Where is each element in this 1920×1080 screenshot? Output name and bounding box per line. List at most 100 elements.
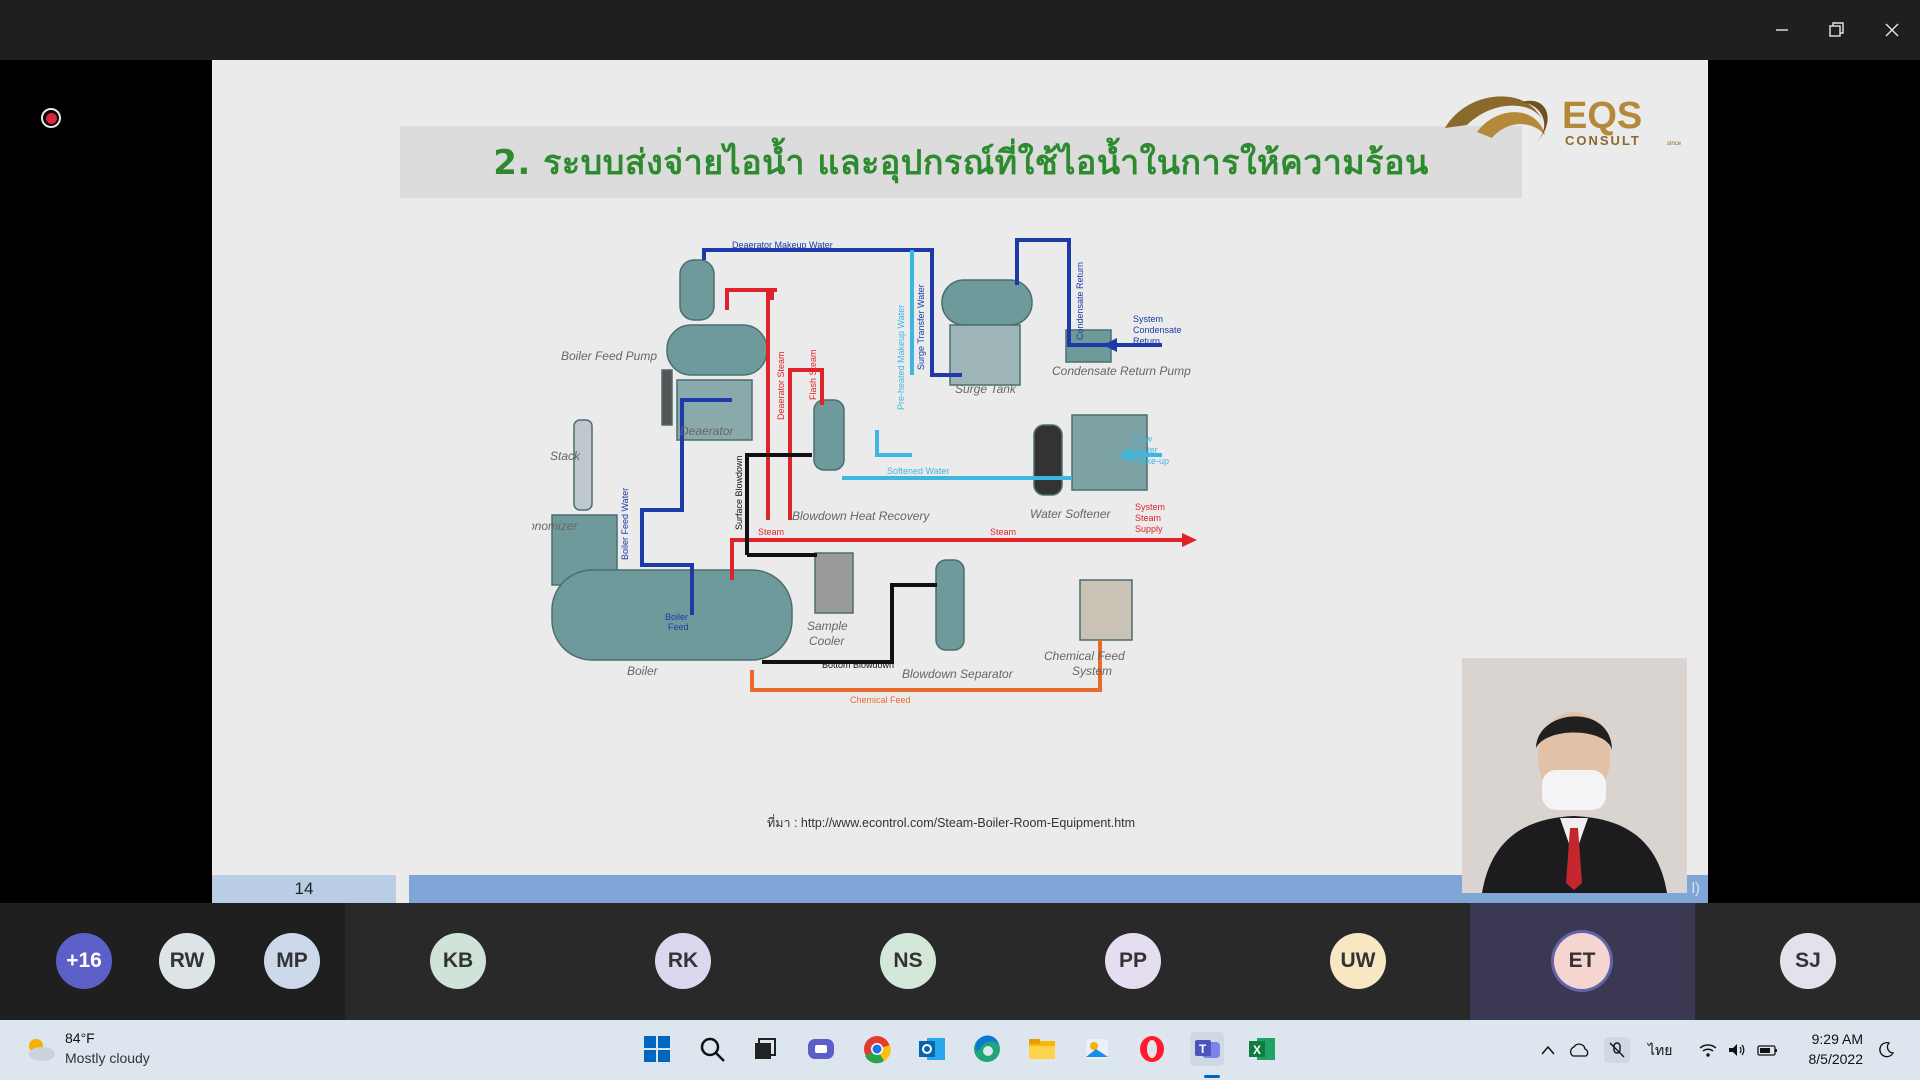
volume-icon[interactable] [1726, 1040, 1748, 1060]
slide-title-band: 2. ระบบส่งจ่ายไอน้ำ และอุปกรณ์ที่ใช้ไอน้… [400, 126, 1522, 198]
avatar[interactable]: UW [1330, 933, 1386, 989]
label-steamsupply-2: Steam [1135, 513, 1161, 523]
restore-button[interactable] [1817, 10, 1857, 50]
label-softened-water: Softened Water [887, 466, 949, 476]
label-boiler-feed-pump: Boiler Feed Pump [561, 349, 657, 363]
battery-icon[interactable] [1757, 1040, 1779, 1060]
stack-body [573, 419, 593, 511]
label-sample-cooler-2: Cooler [809, 634, 845, 648]
svg-text:X: X [1253, 1043, 1261, 1057]
participants-bar: +16 RW MP KB RK NS PP UW ET SJ [0, 903, 1920, 1020]
weather-temperature[interactable]: 84°F [65, 1030, 95, 1046]
label-boiler-feed-1: Boiler [665, 612, 688, 622]
label-surge-tank: Surge Tank [955, 382, 1017, 396]
eqs-consult-logo: EQS CONSULT since [1445, 95, 1682, 148]
label-steam-right: Steam [990, 527, 1016, 537]
restore-icon [1829, 22, 1844, 37]
edge-icon[interactable] [970, 1032, 1004, 1066]
label-sample-cooler-1: Sample [807, 619, 848, 633]
avatar[interactable]: MP [264, 933, 320, 989]
slide-footer-text: l) [1691, 880, 1700, 897]
blowdown-separator-body [935, 559, 965, 651]
label-deaerator-makeup-water: Deaerator Makeup Water [732, 240, 833, 250]
label-steam-left: Steam [758, 527, 784, 537]
label-syscond-1: System [1133, 314, 1163, 324]
label-boiler-feed-water: Boiler Feed Water [620, 488, 630, 560]
more-participants-button[interactable]: +16 [56, 933, 112, 989]
opera-icon[interactable] [1135, 1032, 1169, 1066]
window-titlebar [0, 0, 1920, 60]
avatar[interactable]: RW [159, 933, 215, 989]
label-deaerator: Deaerator [680, 424, 734, 438]
chemical-feed-pipe [750, 640, 1102, 692]
task-view-icon[interactable] [748, 1032, 782, 1066]
label-surface-blowdown: Surface Blowdown [734, 455, 744, 530]
cloud-icon[interactable] [1568, 1040, 1590, 1060]
deaerator-steam-return [725, 288, 774, 310]
recording-indicator [41, 108, 61, 128]
label-water-softener: Water Softener [1030, 507, 1111, 521]
avatar[interactable]: KB [430, 933, 486, 989]
teams-icon[interactable]: T [1190, 1032, 1224, 1066]
teams-chat-icon[interactable] [804, 1032, 838, 1066]
wifi-icon[interactable] [1697, 1040, 1719, 1060]
chevron-up-icon[interactable] [1537, 1040, 1559, 1060]
label-deaerator-steam: Deaerator Steam [776, 351, 786, 420]
minimize-icon [1776, 29, 1788, 31]
surge-tank-vessel [941, 279, 1033, 326]
file-explorer-icon[interactable] [1025, 1032, 1059, 1066]
weather-description[interactable]: Mostly cloudy [65, 1050, 150, 1066]
label-bottom-blowdown: Bottom Blowdown [822, 660, 894, 670]
presenter-mask [1542, 770, 1606, 810]
label-surge-transfer-water: Surge Transfer Water [916, 284, 926, 370]
label-condensate-return: Condensate Return [1075, 262, 1085, 340]
label-steamsupply-3: Supply [1135, 524, 1163, 534]
logo-main-text: EQS [1562, 95, 1642, 137]
presenter-video-frame [1462, 658, 1687, 893]
avatar[interactable]: PP [1105, 933, 1161, 989]
chrome-icon[interactable] [860, 1032, 894, 1066]
avatar-active-speaker[interactable]: ET [1554, 933, 1610, 989]
label-condensate-return-pump: Condensate Return Pump [1052, 364, 1191, 378]
label-syscond-3: Return [1133, 336, 1160, 346]
microphone-muted-icon[interactable] [1604, 1037, 1630, 1063]
label-syscond-2: Condensate [1133, 325, 1182, 335]
label-rawwater-3: Make-up [1134, 456, 1169, 466]
photos-icon[interactable] [1080, 1032, 1114, 1066]
steam-system-diagram: Boiler Feed Pump Deaerator Surge Tank Co… [532, 238, 1197, 705]
clock-time[interactable]: 9:29 AM [1812, 1031, 1863, 1047]
slide-page-number: 14 [212, 875, 396, 903]
label-preheated-makeup: Pre-heated Makeup Water [896, 305, 906, 410]
start-icon[interactable] [640, 1032, 674, 1066]
label-chemical-feed: Chemical Feed [850, 695, 911, 705]
label-boiler: Boiler [627, 664, 659, 678]
avatar[interactable]: SJ [1780, 933, 1836, 989]
svg-text:T: T [1199, 1042, 1207, 1056]
weather-icon[interactable] [22, 1034, 58, 1064]
outlook-icon[interactable] [915, 1032, 949, 1066]
search-icon[interactable] [695, 1032, 729, 1066]
slide-title: 2. ระบบส่งจ่ายไอน้ำ และอุปกรณ์ที่ใช้ไอน้… [493, 143, 1429, 183]
avatar[interactable]: NS [880, 933, 936, 989]
logo-since-text: since [1667, 141, 1682, 147]
avatar[interactable]: RK [655, 933, 711, 989]
close-button[interactable] [1872, 10, 1912, 50]
clock-date[interactable]: 8/5/2022 [1809, 1051, 1864, 1067]
logo-sub-text: CONSULT [1565, 133, 1641, 148]
recording-dot-icon [45, 112, 57, 124]
label-blowdown-heat-recovery: Blowdown Heat Recovery [792, 509, 930, 523]
slide-source-citation: ที่มา : http://www.econtrol.com/Steam-Bo… [767, 816, 1136, 830]
language-indicator[interactable]: ไทย [1648, 1040, 1672, 1062]
chemical-feed-body [1079, 579, 1133, 641]
label-flash-steam: Flash Steam [808, 349, 818, 400]
focus-moon-icon[interactable] [1875, 1040, 1897, 1060]
presenter-video[interactable] [1462, 658, 1687, 893]
minimize-button[interactable] [1762, 10, 1802, 50]
deaerator-vessel [679, 259, 715, 321]
label-boiler-feed-2: Feed [668, 622, 689, 632]
label-chemical-feed-2: System [1072, 664, 1112, 678]
steam-supply-arrow [1182, 533, 1197, 547]
label-chemical-feed-1: Chemical Feed [1044, 649, 1125, 663]
label-stack: Stack [550, 449, 581, 463]
excel-icon[interactable]: X [1245, 1032, 1279, 1066]
